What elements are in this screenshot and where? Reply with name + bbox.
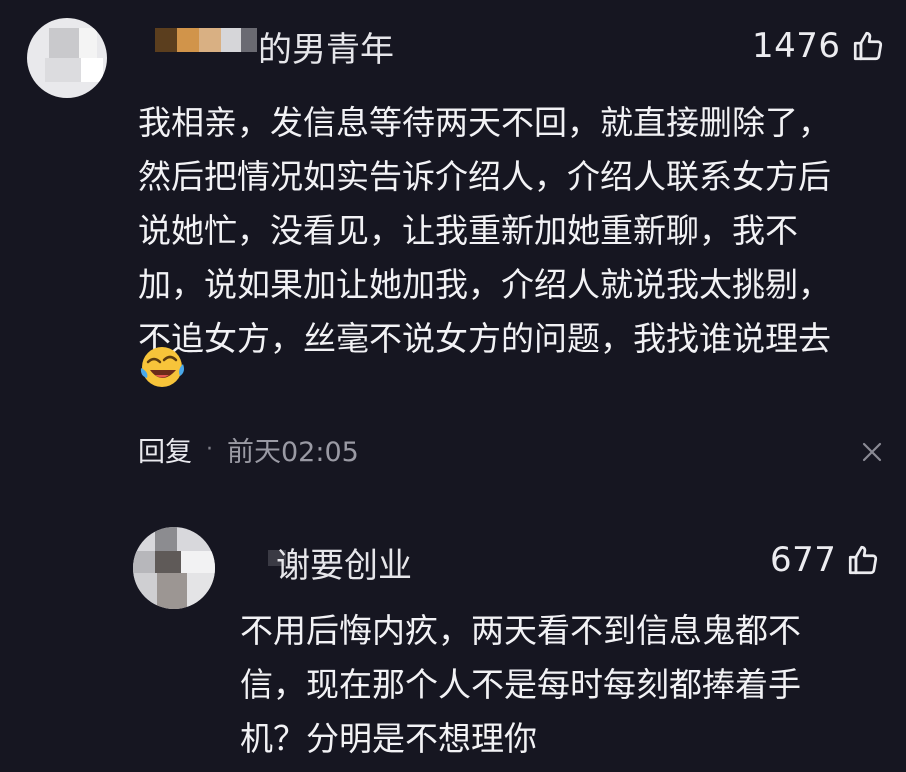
comment-username[interactable]: 的男青年 [258, 22, 394, 71]
comment-line: 说她忙，没看见，让我重新加她重新聊，我不 [138, 211, 798, 250]
reply-username[interactable]: 谢要创业 [276, 538, 412, 587]
close-icon[interactable] [860, 440, 884, 464]
comment-line: 加，说如果加让她加我，介绍人就说我太挑剔， [138, 265, 831, 304]
comment-line: 我相亲，发信息等待两天不回，就直接删除了， [138, 103, 831, 142]
laughing-crying-emoji [140, 347, 184, 387]
reply-like-button[interactable]: 677 [770, 540, 880, 580]
reply-line: 不用后悔内疚，两天看不到信息鬼都不 [240, 611, 801, 650]
comment-meta: 回复 · 前天02:05 [138, 430, 359, 469]
comment-avatar[interactable] [27, 18, 107, 98]
reply-avatar[interactable] [133, 527, 215, 609]
comment-like-button[interactable]: 1476 [752, 26, 885, 66]
username-mosaic [155, 28, 260, 58]
reply-button[interactable]: 回复 [138, 430, 192, 469]
reply-line: 信，现在那个人不是每时每刻都捧着手 [240, 665, 801, 704]
comment-line: 不追女方，丝毫不说女方的问题，我找谁说理去 [138, 319, 831, 358]
comment-like-count: 1476 [752, 26, 841, 66]
thumbs-up-icon [849, 545, 878, 575]
comment-line: 然后把情况如实告诉介绍人，介绍人联系女方后 [138, 157, 831, 196]
comment-timestamp: 前天02:05 [227, 437, 359, 468]
reply-line: 机？分明是不想理你 [240, 719, 537, 758]
thumbs-up-icon [853, 31, 882, 61]
comment-body: 我相亲，发信息等待两天不回，就直接删除了， 然后把情况如实告诉介绍人，介绍人联系… [138, 96, 831, 366]
reply-body: 不用后悔内疚，两天看不到信息鬼都不 信，现在那个人不是每时每刻都捧着手 机？分明… [240, 604, 801, 766]
reply-like-count: 677 [770, 540, 837, 580]
meta-separator: · [206, 437, 213, 462]
